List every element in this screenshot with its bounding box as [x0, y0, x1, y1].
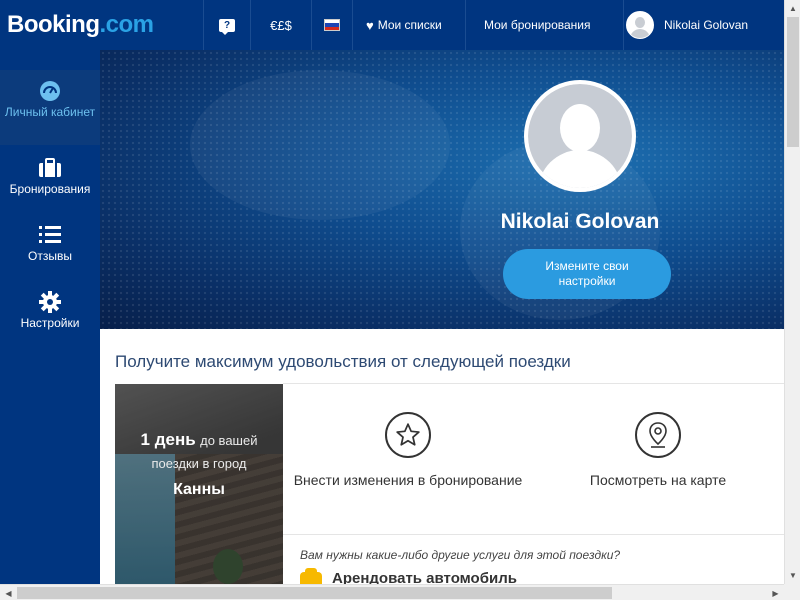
logo-main: Booking: [7, 11, 100, 38]
view-map-action[interactable]: Посмотреть на карте: [533, 412, 783, 488]
trip-days: 1 день: [140, 430, 196, 449]
view-map-label: Посмотреть на карте: [589, 472, 727, 488]
vertical-scrollbar[interactable]: ▲ ▼: [784, 0, 800, 584]
help-button[interactable]: ?: [203, 0, 250, 50]
edit-booking-action[interactable]: Внести изменения в бронирование: [283, 412, 533, 488]
logo-suffix: .com: [99, 11, 155, 38]
suitcase-icon: [38, 157, 62, 179]
my-lists-label: Мои списки: [377, 18, 442, 32]
trip-line2: поездки в город: [151, 456, 247, 471]
sidebar-item-label: Отзывы: [28, 249, 72, 263]
sidebar: Личный кабинет Бронирования Отзывы Настр…: [0, 50, 100, 584]
user-menu[interactable]: Nikolai Golovan: [623, 0, 784, 50]
car-rental-label: Арендовать автомобиль: [332, 570, 517, 584]
section-title: Получите максимум удовольствия от следую…: [115, 352, 571, 371]
profile-avatar[interactable]: [524, 80, 636, 192]
sidebar-item-bookings[interactable]: Бронирования: [0, 145, 100, 212]
gear-icon: [39, 291, 61, 313]
list-icon: [38, 224, 62, 246]
car-rental-link[interactable]: Арендовать автомобиль: [300, 567, 517, 584]
booking-logo[interactable]: Booking .com: [0, 0, 203, 50]
vertical-scroll-thumb[interactable]: [787, 17, 799, 147]
more-services-question: Вам нужны какие-либо другие услуги для э…: [300, 548, 621, 562]
language-selector[interactable]: [311, 0, 352, 50]
sidebar-item-label: Настройки: [20, 316, 80, 330]
world-map-background: [100, 50, 784, 329]
scroll-right-arrow-icon[interactable]: ▶: [767, 585, 784, 600]
star-icon: [385, 412, 431, 458]
trip-city: Канны: [173, 481, 225, 498]
car-icon: [300, 567, 322, 584]
avatar: [626, 11, 654, 39]
scroll-down-arrow-icon[interactable]: ▼: [785, 567, 800, 584]
help-icon: ?: [219, 18, 235, 35]
dashboard-icon: [39, 80, 61, 102]
heart-icon: ♥: [366, 17, 374, 33]
sidebar-item-label: Бронирования: [9, 182, 91, 196]
edit-booking-label: Внести изменения в бронирование: [293, 472, 523, 488]
sidebar-item-dashboard[interactable]: Личный кабинет: [0, 70, 100, 145]
currency-selector[interactable]: €£$: [250, 0, 311, 50]
sidebar-item-label: Личный кабинет: [4, 105, 96, 119]
sidebar-item-settings[interactable]: Настройки: [0, 279, 100, 346]
top-header: Booking .com ? €£$ ♥ Мои списки Мои брони…: [0, 0, 784, 50]
map-pin-icon: [635, 412, 681, 458]
my-lists-link[interactable]: ♥ Мои списки: [352, 0, 465, 50]
divider: [283, 534, 784, 535]
trip-countdown-card[interactable]: 1 день до вашей поездки в город Канны: [115, 384, 283, 584]
user-name: Nikolai Golovan: [664, 18, 749, 32]
scroll-left-arrow-icon[interactable]: ◀: [0, 585, 17, 600]
scrollbar-corner: [784, 584, 800, 600]
trip-days-suffix: до вашей: [200, 433, 258, 448]
profile-name: Nikolai Golovan: [500, 210, 660, 233]
my-bookings-link[interactable]: Мои бронирования: [465, 0, 623, 50]
russian-flag-icon: [324, 19, 340, 31]
main-content: Nikolai Golovan Измените свои настройки …: [100, 50, 784, 584]
divider: [283, 383, 784, 384]
horizontal-scrollbar[interactable]: ◀ ▶: [0, 584, 784, 600]
profile-hero: Nikolai Golovan Измените свои настройки: [100, 50, 784, 329]
horizontal-scroll-thumb[interactable]: [17, 587, 612, 599]
change-settings-button[interactable]: Измените свои настройки: [503, 249, 671, 299]
scroll-up-arrow-icon[interactable]: ▲: [785, 0, 800, 17]
sidebar-item-reviews[interactable]: Отзывы: [0, 212, 100, 279]
